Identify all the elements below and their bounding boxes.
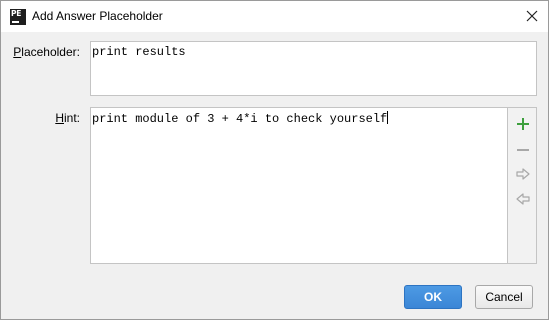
close-button[interactable] bbox=[521, 6, 543, 26]
hint-field-value: print module of 3 + 4*i to check yoursel… bbox=[92, 112, 388, 126]
hint-label: Hint: bbox=[9, 111, 80, 125]
add-hint-button[interactable] bbox=[514, 115, 532, 133]
close-icon bbox=[526, 10, 538, 22]
app-icon-text: PE bbox=[11, 9, 22, 18]
hint-label-text: int: bbox=[63, 111, 80, 125]
dialog-window: PE Add Answer Placeholder Placeholder: p… bbox=[0, 0, 549, 320]
ok-button[interactable]: OK bbox=[404, 285, 462, 309]
placeholder-label-text: laceholder: bbox=[21, 45, 80, 59]
remove-hint-button[interactable] bbox=[514, 141, 532, 159]
hint-label-mnemonic: H bbox=[55, 111, 64, 125]
hint-toolbar bbox=[507, 107, 537, 264]
arrow-left-icon bbox=[516, 193, 530, 205]
cancel-button[interactable]: Cancel bbox=[475, 285, 533, 309]
hint-field[interactable]: print module of 3 + 4*i to check yoursel… bbox=[90, 107, 508, 264]
title-bar: PE Add Answer Placeholder bbox=[1, 1, 548, 32]
text-caret bbox=[387, 111, 389, 124]
minus-icon bbox=[517, 149, 529, 151]
placeholder-field-value: print results bbox=[92, 45, 186, 59]
placeholder-field[interactable]: print results bbox=[90, 41, 537, 96]
arrow-right-icon bbox=[516, 168, 530, 180]
next-hint-button[interactable] bbox=[514, 165, 532, 183]
placeholder-label: Placeholder: bbox=[9, 45, 80, 59]
app-icon: PE bbox=[10, 9, 26, 25]
dialog-title: Add Answer Placeholder bbox=[32, 9, 163, 23]
previous-hint-button[interactable] bbox=[514, 190, 532, 208]
plus-icon bbox=[517, 118, 529, 130]
